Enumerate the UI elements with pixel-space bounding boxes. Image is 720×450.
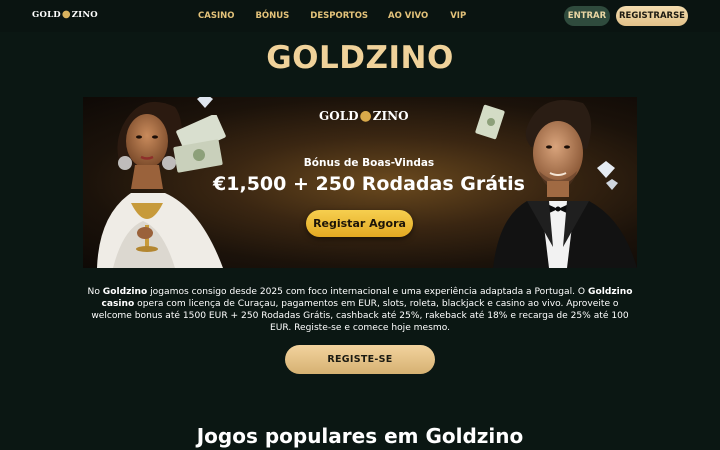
page-title: GOLDZINO (266, 40, 454, 76)
welcome-bonus-offer: €1,500 + 250 Rodadas Grátis (213, 173, 525, 195)
nav-item-casino[interactable]: CASINO (198, 11, 234, 21)
nav-item-vip[interactable]: VIP (450, 11, 466, 21)
nav-item-desportos[interactable]: DESPORTOS (310, 11, 368, 21)
logo-text-left: GOLD (32, 9, 61, 20)
coin-icon: ● (61, 9, 71, 20)
logo-text-right: ZINO (71, 9, 98, 20)
banner-logo-right: ZINO (372, 109, 409, 123)
signup-cta-button[interactable]: REGISTE-SE (285, 345, 435, 374)
nav-item-bonus[interactable]: BÓNUS (255, 11, 289, 21)
register-now-button[interactable]: Registar Agora (306, 210, 413, 237)
intro-paragraph: No Goldzino jogamos consigo desde 2025 c… (84, 286, 636, 334)
welcome-bonus-label: Bónus de Boas-Vindas (303, 157, 435, 169)
top-header: GOLD ● ZINO CASINO BÓNUS DESPORTOS AO VI… (0, 0, 720, 32)
main-nav: CASINO BÓNUS DESPORTOS AO VIVO VIP (198, 11, 466, 21)
intro-text: jogamos consigo desde 2025 com foco inte… (147, 287, 588, 297)
promo-banner: GOLD ● ZINO Bónus de Boas-Vindas €1,500 … (83, 97, 637, 268)
intro-brand-bold: Goldzino (102, 287, 148, 297)
banner-logo-left: GOLD (319, 109, 359, 123)
intro-text: No (87, 287, 103, 297)
banknote-icon (475, 104, 505, 140)
intro-text: opera com licença de Curaçau, pagamentos… (91, 299, 629, 333)
popular-games-heading: Jogos populares em Goldzino (196, 424, 524, 448)
register-button[interactable]: REGISTRARSE (616, 6, 688, 26)
banner-logo: GOLD ● ZINO (319, 108, 409, 124)
login-button[interactable]: ENTRAR (564, 6, 610, 26)
nav-item-ao-vivo[interactable]: AO VIVO (388, 11, 428, 21)
site-logo[interactable]: GOLD ● ZINO (32, 9, 98, 20)
coin-icon: ● (359, 108, 372, 124)
diamond-icon (197, 97, 213, 108)
